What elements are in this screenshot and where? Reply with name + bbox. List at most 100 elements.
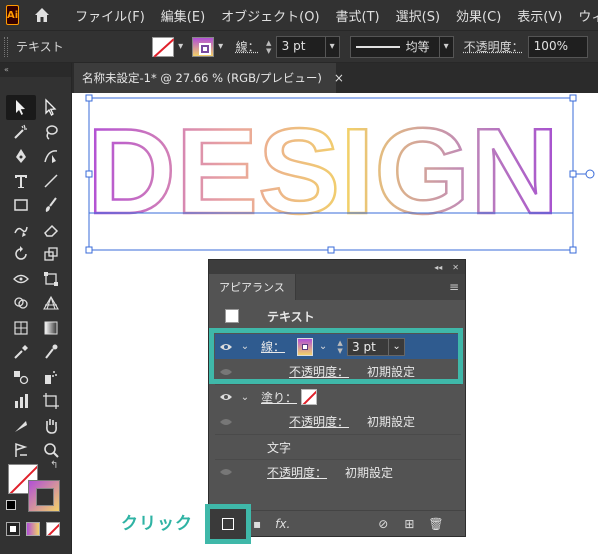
mesh-tool-icon[interactable] xyxy=(6,316,36,341)
app-logo: Ai xyxy=(6,5,20,25)
line-tool-icon[interactable] xyxy=(36,169,66,194)
stroke-profile-label: 均等 xyxy=(405,40,430,54)
eraser-icon[interactable] xyxy=(36,218,66,243)
type-tool-icon[interactable] xyxy=(6,169,36,194)
direct-selection-tool-icon[interactable] xyxy=(36,95,66,120)
shape-builder-icon[interactable] xyxy=(6,291,36,316)
add-new-stroke-button[interactable] xyxy=(205,504,251,544)
panel-collapse-icon[interactable]: « xyxy=(0,63,71,77)
menu-item[interactable]: ウィン xyxy=(570,6,598,25)
menu-item[interactable]: 編集(E) xyxy=(153,6,213,25)
header-row[interactable]: テキスト xyxy=(215,306,461,326)
fx-icon[interactable]: fx. xyxy=(275,517,290,531)
color-mode-icon[interactable] xyxy=(6,522,20,536)
magic-wand-icon[interactable] xyxy=(6,120,36,145)
menu-item[interactable]: ファイル(F) xyxy=(67,6,153,25)
swap-fill-stroke-icon[interactable]: ↰ xyxy=(50,460,58,471)
menu-item[interactable]: 選択(S) xyxy=(388,6,448,25)
default-fill-stroke-icon[interactable] xyxy=(6,500,16,510)
fill-opacity-label[interactable]: 不透明度： xyxy=(289,413,349,430)
paintbrush-icon[interactable] xyxy=(36,193,66,218)
char-opacity-value: 初期設定 xyxy=(345,465,394,480)
menu-item[interactable]: 表示(V) xyxy=(509,6,570,25)
add-effect-small-icon[interactable]: ▪ xyxy=(253,517,261,531)
menu-item[interactable]: 効果(C) xyxy=(448,6,509,25)
scale-tool-icon[interactable] xyxy=(36,242,66,267)
panel-menu-icon[interactable]: ≡ xyxy=(449,280,459,294)
home-icon[interactable] xyxy=(33,4,51,26)
menu-bar: Ai ファイル(F) 編集(E) オブジェクト(O) 書式(T) 選択(S) 効果(C) 表… xyxy=(0,0,598,30)
hand-tool-icon[interactable] xyxy=(36,414,66,439)
eye-icon[interactable] xyxy=(215,417,237,427)
none-mode-icon[interactable] xyxy=(46,522,60,536)
fill-color-swatch[interactable] xyxy=(151,36,174,57)
symbol-sprayer-icon[interactable] xyxy=(36,365,66,390)
text-thumbnail xyxy=(225,309,239,323)
design-text[interactable]: DESIGN xyxy=(86,102,561,241)
document-tab[interactable]: 名称未設定-1* @ 27.66 % (RGB/プレビュー) × xyxy=(74,63,344,93)
rectangle-tool-icon[interactable] xyxy=(6,193,36,218)
width-tool-icon[interactable] xyxy=(6,267,36,292)
eyedropper-alt-icon[interactable] xyxy=(36,340,66,365)
shaper-tool-icon[interactable] xyxy=(6,218,36,243)
text-out-port[interactable] xyxy=(585,169,595,179)
stroke-profile-preview xyxy=(355,45,400,48)
blend-tool-icon[interactable] xyxy=(6,365,36,390)
selection-tool-icon[interactable] xyxy=(6,95,36,120)
panel-title-bar: ◂◂ ✕ xyxy=(209,260,465,274)
zoom-tool-icon[interactable] xyxy=(36,438,66,463)
opacity-field[interactable]: 100% xyxy=(527,35,588,58)
stroke-weight-spinner[interactable]: ▲ ▼ xyxy=(262,36,276,58)
char-opacity-label[interactable]: 不透明度： xyxy=(267,464,327,481)
rotate-tool-icon[interactable] xyxy=(6,242,36,267)
fill-stroke-control: ↰ xyxy=(6,460,66,520)
menu-item[interactable]: オブジェクト(O) xyxy=(213,6,327,25)
opacity-label[interactable]: 不透明度： xyxy=(464,38,524,55)
stroke-highlight-annotation xyxy=(209,328,463,384)
chevron-down-icon[interactable]: ⌄ xyxy=(237,392,253,403)
stroke-swatch[interactable] xyxy=(28,480,60,512)
close-panel-icon[interactable]: ✕ xyxy=(452,263,459,272)
chevron-down-icon[interactable]: ▾ xyxy=(174,37,188,57)
rotate-view-icon[interactable] xyxy=(6,438,36,463)
characters-row[interactable]: 文字 xyxy=(215,434,461,459)
stroke-weight-field[interactable]: 3 pt xyxy=(275,35,326,58)
eyedropper-icon[interactable] xyxy=(6,340,36,365)
gradient-tool-icon[interactable] xyxy=(36,316,66,341)
square-icon xyxy=(222,518,234,530)
menu-items: ファイル(F) 編集(E) オブジェクト(O) 書式(T) 選択(S) 効果(C) 表示(V… xyxy=(67,6,598,25)
eye-icon[interactable] xyxy=(215,467,237,477)
gradient-mode-icon[interactable] xyxy=(26,522,40,536)
stroke-color-swatch[interactable] xyxy=(191,36,214,57)
slice-tool-icon[interactable] xyxy=(6,414,36,439)
fill-opacity-row[interactable]: 不透明度： 初期設定 xyxy=(215,409,461,434)
artboard-tool-icon[interactable] xyxy=(36,389,66,414)
click-annotation-label: クリック xyxy=(121,514,193,534)
trash-icon[interactable]: 🗑 xyxy=(428,517,443,531)
pen-tool-icon[interactable] xyxy=(6,144,36,169)
collapse-panel-icon[interactable]: ◂◂ xyxy=(434,263,442,272)
chevron-down-icon[interactable]: ▾ xyxy=(439,35,454,58)
tab-appearance[interactable]: アピアランス xyxy=(209,274,296,300)
stroke-label[interactable]: 線： xyxy=(236,38,260,55)
document-tab-title: 名称未設定-1* @ 27.66 % (RGB/プレビュー) xyxy=(82,71,322,85)
stroke-profile-select[interactable]: 均等 xyxy=(349,35,440,58)
clear-appearance-icon[interactable]: ⊘ xyxy=(378,517,388,531)
eye-icon[interactable] xyxy=(215,392,237,402)
graph-tool-icon[interactable] xyxy=(6,389,36,414)
menu-item[interactable]: 書式(T) xyxy=(328,6,388,25)
free-transform-icon[interactable] xyxy=(36,267,66,292)
grip-handle[interactable] xyxy=(4,36,8,57)
duplicate-item-icon[interactable]: ⊞ xyxy=(404,517,414,531)
chevron-down-icon[interactable]: ▾ xyxy=(325,35,340,58)
curvature-tool-icon[interactable] xyxy=(36,144,66,169)
header-label: テキスト xyxy=(267,309,315,324)
lasso-icon[interactable] xyxy=(36,120,66,145)
char-opacity-row[interactable]: 不透明度： 初期設定 xyxy=(215,459,461,484)
fill-color-swatch[interactable] xyxy=(301,389,318,405)
fill-row[interactable]: ⌄ 塗り： xyxy=(215,384,461,409)
fill-label[interactable]: 塗り： xyxy=(261,389,297,406)
close-tab-icon[interactable]: × xyxy=(334,71,344,85)
perspective-grid-icon[interactable] xyxy=(36,291,66,316)
chevron-down-icon[interactable]: ▾ xyxy=(214,37,228,57)
